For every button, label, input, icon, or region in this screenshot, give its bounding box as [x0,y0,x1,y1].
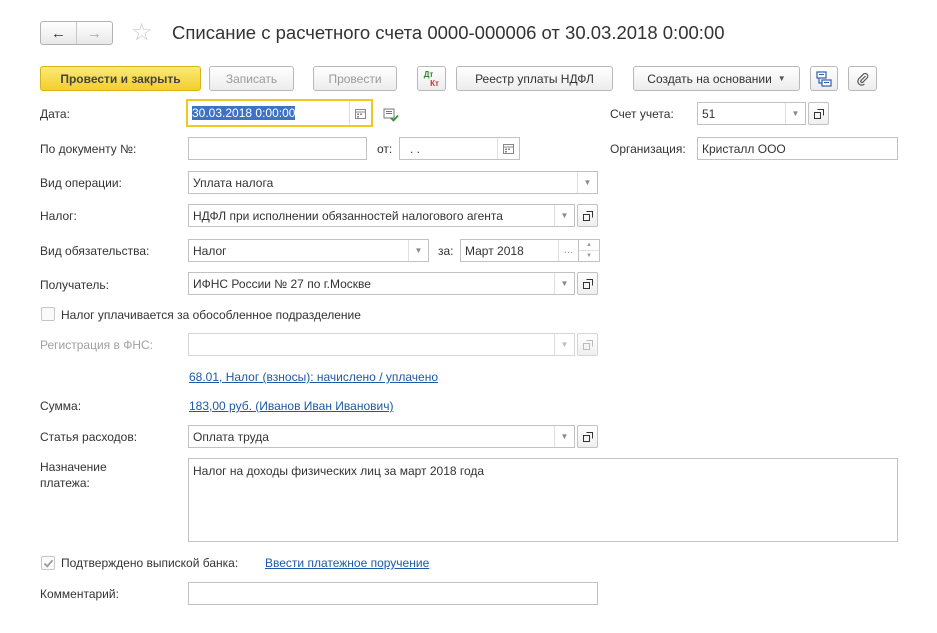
purpose-textarea[interactable]: Налог на доходы физических лиц за март 2… [188,458,898,542]
expense-item-label: Статья расходов: [40,430,138,444]
recipient-label: Получатель: [40,278,109,292]
purpose-label-line2: платежа: [40,476,90,490]
account-value: 51 [702,106,716,121]
operation-type-select[interactable]: Уплата налога ▼ [188,171,598,194]
navigation-buttons: ← → [40,21,113,45]
account-open-button[interactable] [808,102,829,125]
from-date-input[interactable]: . . [399,137,520,160]
obligation-type-select[interactable]: Налог ▼ [188,239,429,262]
fns-registration-select[interactable]: ▼ [188,333,575,356]
calendar-icon [355,108,366,119]
organization-value: Кристалл ООО [702,141,786,156]
dropdown-arrow-icon[interactable]: ▼ [554,273,574,294]
tax-label: Налог: [40,209,77,223]
expense-item-open-button[interactable] [577,425,598,448]
dropdown-arrow-icon[interactable]: ▼ [554,205,574,226]
amount-link[interactable]: 183,00 руб. (Иванов Иван Иванович) [189,399,393,413]
document-structure-icon [816,70,832,87]
obligation-type-value: Налог [193,243,227,258]
calendar-button[interactable] [497,138,519,159]
back-button[interactable]: ← [41,22,76,44]
recipient-select[interactable]: ИФНС России № 27 по г.Москве ▼ [188,272,575,295]
tax-open-button[interactable] [577,204,598,227]
dt-label: Дт [423,69,434,79]
structure-button[interactable] [810,66,838,91]
spin-up-icon[interactable]: ▲ [579,240,599,250]
post-and-close-button[interactable]: Провести и закрыть [40,66,201,91]
dt-kt-button[interactable]: Дт Кт [417,66,446,91]
attachments-button[interactable] [848,66,877,91]
dropdown-arrow-icon[interactable]: ▼ [554,334,574,355]
open-window-icon [582,339,593,350]
period-label: за: [438,244,454,258]
fns-registration-open-button[interactable] [577,333,598,356]
dropdown-arrow-icon[interactable]: ▼ [785,103,805,124]
dropdown-arrow-icon[interactable]: ▼ [554,426,574,447]
fns-registration-label: Регистрация в ФНС: [40,338,153,352]
recipient-value: ИФНС России № 27 по г.Москве [193,276,371,291]
organization-input[interactable]: Кристалл ООО [697,137,898,160]
arrow-right-icon: → [87,24,102,42]
date-value: 30.03.2018 0:00:00 [192,106,296,120]
operation-type-label: Вид операции: [40,176,122,190]
doc-number-input[interactable] [188,137,367,160]
from-date-value: . . [410,141,421,156]
forward-button[interactable]: → [76,22,112,44]
favorite-star-icon[interactable]: ☆ [131,19,153,47]
expense-item-value: Оплата труда [193,429,269,444]
operation-type-value: Уплата налога [193,175,274,190]
document-check-icon [383,108,399,122]
date-label: Дата: [40,107,70,121]
separate-division-checkbox[interactable] [41,307,55,321]
page-title: Списание с расчетного счета 0000-000006 … [172,22,725,43]
comment-label: Комментарий: [40,587,119,601]
period-spinner[interactable]: ▲ ▼ [579,239,600,262]
open-window-icon [582,210,593,221]
open-window-icon [582,431,593,442]
ndfl-registry-button[interactable]: Реестр уплаты НДФЛ [456,66,613,91]
create-based-on-label: Создать на основании [647,71,772,86]
purpose-label-line1: Назначение [40,460,107,474]
doc-number-label: По документу №: [40,142,137,156]
date-input[interactable]: 30.03.2018 0:00:00 [186,99,373,127]
bank-confirmed-label: Подтверждено выпиской банка: [61,556,239,570]
amount-label: Сумма: [40,399,82,413]
period-input[interactable]: Март 2018 … [460,239,579,262]
bank-confirmed-checkbox[interactable] [41,556,55,570]
dropdown-arrow-icon: ▼ [777,74,786,83]
enter-payment-order-link[interactable]: Ввести платежное поручение [265,556,429,570]
save-button[interactable]: Записать [209,66,294,91]
open-window-icon [582,278,593,289]
recipient-open-button[interactable] [577,272,598,295]
spin-down-icon[interactable]: ▼ [579,250,599,261]
from-label: от: [377,142,393,156]
obligation-type-label: Вид обязательства: [40,244,150,258]
dropdown-arrow-icon[interactable]: ▼ [408,240,428,261]
open-window-icon [813,108,824,119]
tax-select[interactable]: НДФЛ при исполнении обязанностей налогов… [188,204,575,227]
checkmark-icon [43,559,53,568]
expense-item-select[interactable]: Оплата труда ▼ [188,425,575,448]
kt-label: Кт [430,78,439,88]
comment-input[interactable] [188,582,598,605]
arrow-left-icon: ← [51,24,66,42]
calendar-icon [503,144,514,154]
period-select-button[interactable]: … [558,240,578,261]
tax-value: НДФЛ при исполнении обязанностей налогов… [193,208,503,223]
date-history-button[interactable] [383,108,399,125]
calendar-button[interactable] [349,101,371,125]
period-value: Март 2018 [465,243,524,258]
separate-division-label: Налог уплачивается за обособленное подра… [61,308,361,322]
create-based-on-button[interactable]: Создать на основании ▼ [633,66,800,91]
paperclip-icon [856,72,868,86]
dropdown-arrow-icon[interactable]: ▼ [577,172,597,193]
organization-label: Организация: [610,142,686,156]
account-label: Счет учета: [610,107,674,121]
post-button[interactable]: Провести [313,66,397,91]
account-select[interactable]: 51 ▼ [697,102,806,125]
account-entries-link[interactable]: 68.01, Налог (взносы): начислено / уплач… [189,370,438,384]
